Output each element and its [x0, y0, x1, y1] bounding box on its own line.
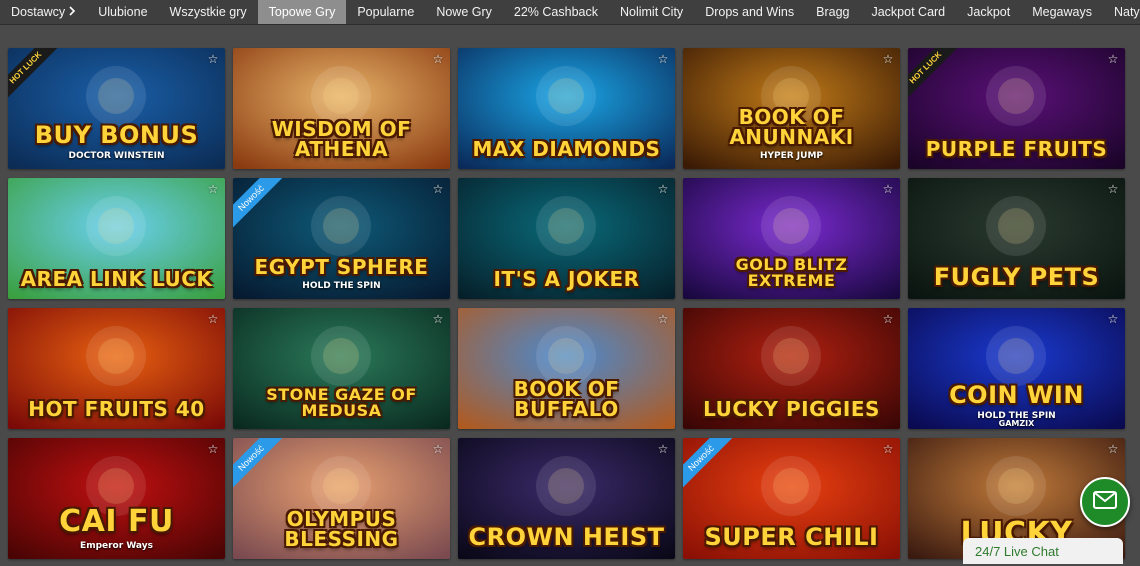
game-tile[interactable]: CAI FU Emperor Ways ☆: [8, 438, 225, 559]
game-tile[interactable]: BUY BONUS DOCTOR WINSTEIN HOT LUCK ☆: [8, 48, 225, 169]
game-title: PURPLE FRUITS: [925, 137, 1108, 161]
game-tile[interactable]: IT'S A JOKER ☆: [458, 178, 675, 299]
game-subtitle: DOCTOR WINSTEIN: [68, 151, 165, 161]
game-tile[interactable]: EGYPT SPHERE HOLD THE SPIN Nowość ☆: [233, 178, 450, 299]
game-title: BOOK OF ANUNNAKI: [729, 105, 854, 149]
nav-item-topowe-gry[interactable]: Topowe Gry: [257, 0, 347, 24]
game-tile[interactable]: COIN WIN HOLD THE SPIN GAMZIX ☆: [908, 308, 1125, 429]
game-title: LUCKY PIGGIES: [703, 397, 880, 421]
game-title: CAI FU: [59, 504, 174, 539]
game-title: COIN WIN: [949, 381, 1084, 409]
game-tile[interactable]: HOT FRUITS 40 ☆: [8, 308, 225, 429]
nav-item-wszystkie-gry[interactable]: Wszystkie gry: [159, 0, 258, 24]
game-title: IT'S A JOKER: [493, 267, 640, 291]
favorite-star-icon[interactable]: ☆: [207, 53, 219, 65]
favorite-star-icon[interactable]: ☆: [207, 443, 219, 455]
game-tile[interactable]: BOOK OF ANUNNAKI HYPER JUMP ☆: [683, 48, 900, 169]
chevron-right-icon: [69, 0, 76, 24]
providers-dropdown[interactable]: Dostawcy: [0, 0, 87, 24]
category-nav: Dostawcy Ulubione Wszystkie gry Topowe G…: [0, 0, 1140, 25]
nav-item-popularne[interactable]: Popularne: [346, 0, 425, 24]
favorite-star-icon[interactable]: ☆: [882, 183, 894, 195]
favorite-star-icon[interactable]: ☆: [1107, 443, 1119, 455]
game-tile[interactable]: GOLD BLITZ EXTREME ☆: [683, 178, 900, 299]
game-title: MAX DIAMONDS: [472, 137, 661, 161]
nav-item-cashback[interactable]: 22% Cashback: [503, 0, 609, 24]
game-title: AREA LINK LUCK: [20, 267, 213, 291]
nav-item-nolimit-city[interactable]: Nolimit City: [609, 0, 694, 24]
game-tile[interactable]: MAX DIAMONDS ☆: [458, 48, 675, 169]
game-title: FUGLY PETS: [933, 263, 1100, 291]
game-title: BUY BONUS: [34, 121, 199, 149]
game-title: CROWN HEIST: [468, 523, 665, 551]
envelope-icon: [1093, 490, 1117, 514]
game-tile[interactable]: WISDOM OF ATHENA ☆: [233, 48, 450, 169]
game-tile[interactable]: AREA LINK LUCK ☆: [8, 178, 225, 299]
game-title: EGYPT SPHERE: [254, 255, 429, 279]
favorite-star-icon[interactable]: ☆: [657, 313, 669, 325]
game-tile[interactable]: LUCKY PIGGIES ☆: [683, 308, 900, 429]
game-title: WISDOM OF ATHENA: [271, 117, 412, 161]
favorite-star-icon[interactable]: ☆: [1107, 313, 1119, 325]
favorite-star-icon[interactable]: ☆: [657, 443, 669, 455]
game-tile[interactable]: SUPER CHILI Nowość ☆: [683, 438, 900, 559]
nav-item-ulubione[interactable]: Ulubione: [87, 0, 158, 24]
game-title: OLYMPUS BLESSING: [284, 507, 399, 551]
nav-item-megaways[interactable]: Megaways: [1021, 0, 1103, 24]
game-tile[interactable]: FUGLY PETS ☆: [908, 178, 1125, 299]
favorite-star-icon[interactable]: ☆: [432, 313, 444, 325]
nav-item-natychmiastowa[interactable]: Natychmiastowa w: [1103, 0, 1140, 24]
favorite-star-icon[interactable]: ☆: [1107, 53, 1119, 65]
nav-item-nowe-gry[interactable]: Nowe Gry: [425, 0, 503, 24]
nav-item-jackpot[interactable]: Jackpot: [956, 0, 1021, 24]
live-chat-button[interactable]: [1080, 477, 1130, 527]
favorite-star-icon[interactable]: ☆: [432, 443, 444, 455]
game-title: HOT FRUITS 40: [28, 397, 205, 421]
live-chat-bar[interactable]: 24/7 Live Chat: [963, 538, 1123, 564]
game-tile[interactable]: PURPLE FRUITS HOT LUCK ☆: [908, 48, 1125, 169]
favorite-star-icon[interactable]: ☆: [882, 443, 894, 455]
game-title: SUPER CHILI: [704, 523, 879, 551]
game-subtitle: HOLD THE SPIN: [302, 281, 381, 291]
favorite-star-icon[interactable]: ☆: [657, 183, 669, 195]
favorite-star-icon[interactable]: ☆: [657, 53, 669, 65]
providers-label: Dostawcy: [11, 5, 66, 19]
favorite-star-icon[interactable]: ☆: [432, 183, 444, 195]
favorite-star-icon[interactable]: ☆: [882, 53, 894, 65]
game-tile[interactable]: OLYMPUS BLESSING Nowość ☆: [233, 438, 450, 559]
game-title: STONE GAZE OF MEDUSA: [266, 385, 417, 420]
favorite-star-icon[interactable]: ☆: [207, 183, 219, 195]
game-subtitle: Emperor Ways: [80, 541, 153, 551]
game-title: GOLD BLITZ EXTREME: [735, 255, 848, 290]
nav-item-drops-and-wins[interactable]: Drops and Wins: [694, 0, 805, 24]
favorite-star-icon[interactable]: ☆: [207, 313, 219, 325]
nav-item-jackpot-card[interactable]: Jackpot Card: [860, 0, 956, 24]
nav-item-bragg[interactable]: Bragg: [805, 0, 860, 24]
game-subtitle: HYPER JUMP: [759, 151, 824, 161]
game-grid: BUY BONUS DOCTOR WINSTEIN HOT LUCK ☆ WISDOM …: [8, 48, 1125, 559]
provider-tag: GAMZIX: [998, 419, 1035, 428]
favorite-star-icon[interactable]: ☆: [1107, 183, 1119, 195]
favorite-star-icon[interactable]: ☆: [432, 53, 444, 65]
live-chat-label: 24/7 Live Chat: [975, 544, 1059, 559]
game-tile[interactable]: CROWN HEIST ☆: [458, 438, 675, 559]
game-tile[interactable]: STONE GAZE OF MEDUSA ☆: [233, 308, 450, 429]
game-tile[interactable]: BOOK OF BUFFALO ☆: [458, 308, 675, 429]
game-title: BOOK OF BUFFALO: [513, 377, 620, 421]
favorite-star-icon[interactable]: ☆: [882, 313, 894, 325]
